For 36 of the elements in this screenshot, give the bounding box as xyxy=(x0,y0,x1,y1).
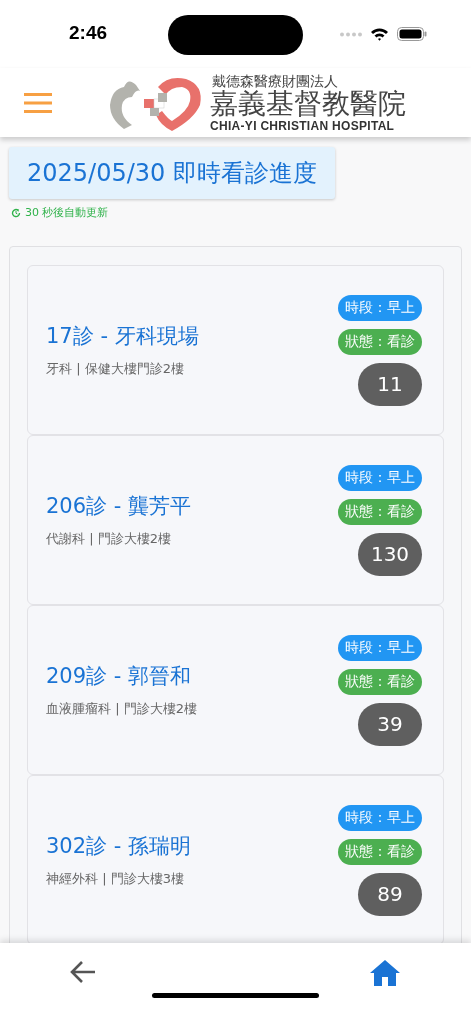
period-badge: 時段：早上 xyxy=(338,634,422,661)
signal-icon xyxy=(340,31,362,37)
period-badge: 時段：早上 xyxy=(338,464,422,491)
org-name: 戴德森醫療財團法人 xyxy=(212,73,339,88)
clinic-card[interactable]: 209診 - 郭晉和 血液腫瘤科 | 門診大樓2樓 時段：早上 狀態：看診 39 xyxy=(27,605,444,775)
wifi-icon xyxy=(370,27,389,41)
page-title: 2025/05/30 即時看診進度 xyxy=(9,147,335,199)
period-badge: 時段：早上 xyxy=(338,804,422,831)
status-time: 2:46 xyxy=(69,22,108,44)
queue-number: 89 xyxy=(358,872,422,916)
status-badge: 狀態：看診 xyxy=(338,328,422,355)
clinic-name: 209診 - 郭晉和 xyxy=(46,663,192,690)
clinic-name: 302診 - 孫瑞明 xyxy=(46,833,191,860)
queue-number: 130 xyxy=(358,532,422,576)
clinic-card[interactable]: 17診 - 牙科現場 牙科 | 保健大樓門診2樓 時段：早上 狀態：看診 11 xyxy=(27,265,444,435)
refresh-notice: 30 秒後自動更新 xyxy=(25,205,109,220)
status-badge: 狀態：看診 xyxy=(338,498,422,525)
refresh-icon xyxy=(11,207,21,218)
back-button[interactable] xyxy=(70,960,96,984)
queue-number: 11 xyxy=(358,362,422,406)
battery-icon xyxy=(397,27,427,41)
clinic-card[interactable]: 302診 - 孫瑞明 神經外科 | 門診大樓3樓 時段：早上 狀態：看診 89 xyxy=(27,775,444,943)
status-badge: 狀態：看診 xyxy=(338,838,422,865)
clinic-detail: 牙科 | 保健大樓門診2樓 xyxy=(46,360,185,378)
clinic-detail: 神經外科 | 門診大樓3樓 xyxy=(46,870,185,888)
hospital-name: 嘉義基督教醫院 xyxy=(210,89,406,118)
clinic-detail: 血液腫瘤科 | 門診大樓2樓 xyxy=(46,700,197,718)
clinic-name: 206診 - 龔芳平 xyxy=(46,493,191,520)
period-badge: 時段：早上 xyxy=(338,294,422,321)
clinic-detail: 代謝科 | 門診大樓2樓 xyxy=(46,530,172,548)
clinic-card[interactable]: 206診 - 龔芳平 代謝科 | 門診大樓2樓 時段：早上 狀態：看診 130 xyxy=(27,435,444,605)
status-badge: 狀態：看診 xyxy=(338,668,422,695)
hospital-english-name: CHIA-YI CHRISTIAN HOSPITAL xyxy=(210,119,396,132)
clinic-name: 17診 - 牙科現場 xyxy=(46,323,199,350)
queue-number: 39 xyxy=(358,702,422,746)
home-button[interactable] xyxy=(370,960,400,986)
